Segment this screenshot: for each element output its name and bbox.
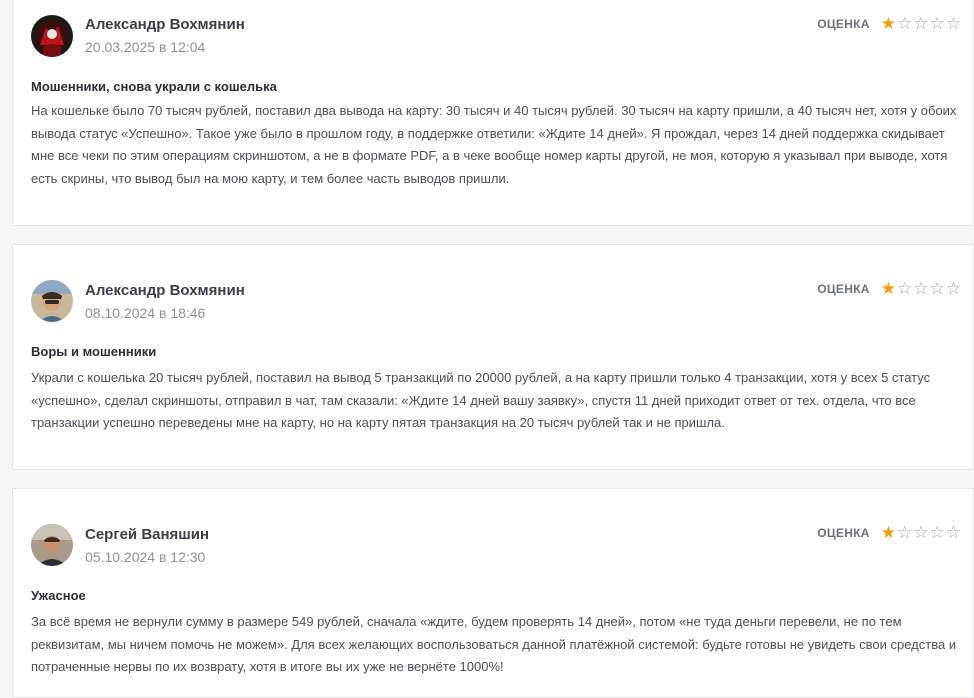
rating-label: ОЦЕНКА [817,16,870,31]
author-name[interactable]: Александр Вохмянин [85,282,245,299]
star-empty-icon: ☆ [945,14,961,33]
star-empty-icon: ☆ [913,279,929,298]
star-empty-icon: ☆ [929,523,945,542]
avatar[interactable] [31,280,73,322]
star-empty-icon: ☆ [897,279,913,298]
avatar[interactable] [31,524,73,566]
star-empty-icon: ☆ [913,14,929,33]
review-card: Александр Вохмянин 08.10.2024 в 18:46 ОЦ… [12,244,974,470]
star-empty-icon: ☆ [945,279,961,298]
review-text: На кошельке было 70 тысяч рублей, постав… [31,103,957,186]
star-empty-icon: ☆ [897,523,913,542]
review-title: Мошенники, снова украли с кошелька [31,79,277,94]
star-filled-icon: ★ [880,279,896,298]
star-filled-icon: ★ [880,14,896,33]
star-filled-icon: ★ [880,523,896,542]
star-empty-icon: ☆ [897,14,913,33]
rating-label: ОЦЕНКА [817,281,870,296]
avatar[interactable] [31,15,73,57]
author-name[interactable]: Сергей Ваняшин [85,526,209,543]
review-text: Украли с кошелька 20 тысяч рублей, поста… [31,370,931,430]
star-empty-icon: ☆ [929,14,945,33]
review-text: За всё время не вернули сумму в размере … [31,614,957,674]
review-date: 08.10.2024 в 18:46 [85,305,206,321]
review-date: 20.03.2025 в 12:04 [85,39,206,55]
rating-stars: ★ ☆ ☆ ☆ ☆ [880,15,961,32]
rating: ОЦЕНКА ★ ☆ ☆ ☆ ☆ [817,15,961,32]
author-name[interactable]: Александр Вохмянин [85,16,245,33]
review-date: 05.10.2024 в 12:30 [85,549,206,565]
review-title: Воры и мошенники [31,344,157,359]
rating-label: ОЦЕНКА [817,525,870,540]
review-title: Ужасное [31,588,86,603]
star-empty-icon: ☆ [929,279,945,298]
rating: ОЦЕНКА ★ ☆ ☆ ☆ ☆ [817,524,961,541]
star-empty-icon: ☆ [945,523,961,542]
rating-stars: ★ ☆ ☆ ☆ ☆ [880,280,961,297]
rating: ОЦЕНКА ★ ☆ ☆ ☆ ☆ [817,280,961,297]
review-card: Сергей Ваняшин 05.10.2024 в 12:30 ОЦЕНКА… [12,488,974,698]
rating-stars: ★ ☆ ☆ ☆ ☆ [880,524,961,541]
review-card: Александр Вохмянин 20.03.2025 в 12:04 ОЦ… [12,0,974,226]
star-empty-icon: ☆ [913,523,929,542]
